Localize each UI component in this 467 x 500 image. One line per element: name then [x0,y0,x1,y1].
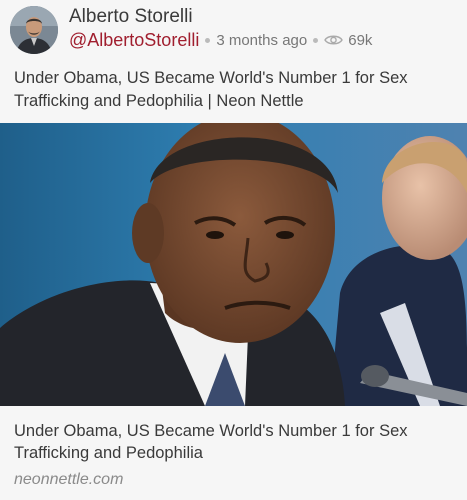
post-header: Alberto Storelli @AlbertoStorelli 3 mont… [0,0,467,60]
view-count: 69k [348,31,373,49]
eye-icon [324,35,344,45]
separator-dot [313,37,319,43]
separator-dot [205,37,211,43]
user-avatar-icon [10,6,58,54]
author-handle[interactable]: @AlbertoStorelli [69,30,199,51]
link-preview-card[interactable]: Under Obama, US Became World's Number 1 … [0,123,467,500]
post-timestamp: 3 months ago [216,31,308,49]
post-meta: @AlbertoStorelli 3 months ago 69k [69,29,372,51]
link-preview-domain[interactable]: neonnettle.com [14,471,123,489]
post-text: Under Obama, US Became World's Number 1 … [14,69,408,110]
photo-of-man-in-suit-icon [0,123,467,406]
link-preview-image[interactable] [0,123,467,406]
author-avatar[interactable] [10,6,58,54]
author-name[interactable]: Alberto Storelli [69,6,193,28]
link-preview-title[interactable]: Under Obama, US Became World's Number 1 … [14,420,454,464]
